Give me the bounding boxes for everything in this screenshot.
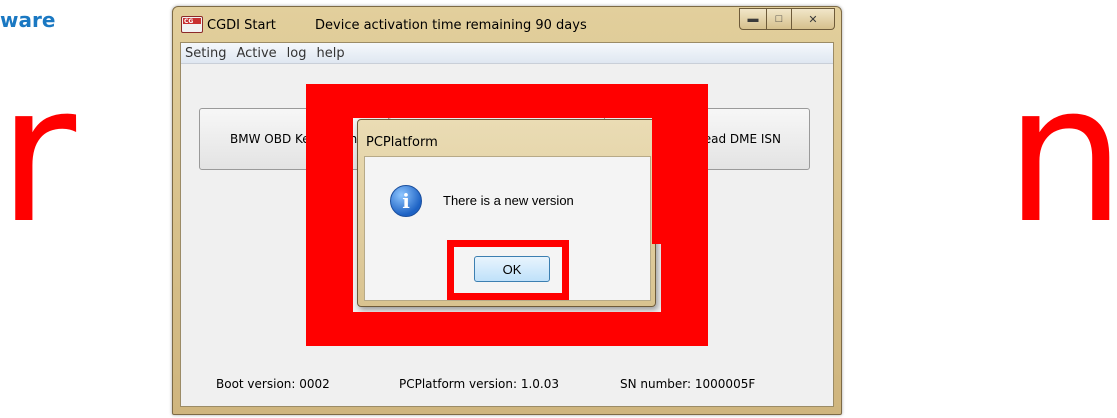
app-icon: CG	[181, 16, 203, 33]
menu-item-log[interactable]: log	[287, 46, 307, 61]
ok-button[interactable]: OK	[474, 256, 550, 282]
activation-status: Device activation time remaining 90 days	[315, 18, 587, 33]
large-letter-left: r	[0, 44, 77, 265]
menu-item-help[interactable]: help	[317, 46, 345, 61]
menu-item-setting[interactable]: Seting	[185, 46, 226, 61]
dialog-body: i There is a new version OK	[364, 156, 651, 301]
title-bar[interactable]: CG CGDI Start Device activation time rem…	[173, 7, 841, 41]
info-icon: i	[390, 185, 422, 217]
maximize-icon: □	[775, 13, 783, 25]
maximize-button[interactable]: □	[767, 8, 792, 30]
large-letter-right: n	[1005, 44, 1117, 265]
dialog-message: There is a new version	[443, 193, 574, 208]
message-dialog: PCPlatform i There is a new version OK	[357, 119, 656, 307]
window-title: CGDI Start	[207, 18, 276, 33]
serial-number: SN number: 1000005F	[620, 377, 756, 391]
dialog-title: PCPlatform	[366, 135, 438, 150]
close-icon: ✕	[808, 13, 818, 26]
annotation-bar	[652, 118, 707, 244]
window-controls: ▬ □ ✕	[739, 8, 835, 30]
app-icon-text: CG	[184, 18, 194, 25]
menu-item-active[interactable]: Active	[236, 46, 276, 61]
minimize-button[interactable]: ▬	[739, 8, 767, 30]
brand-text-fragment: ware	[0, 8, 56, 32]
close-button[interactable]: ✕	[792, 8, 835, 30]
platform-version: PCPlatform version: 1.0.03	[399, 377, 560, 391]
minimize-icon: ▬	[747, 13, 759, 25]
boot-version: Boot version: 0002	[216, 377, 330, 391]
menu-bar: Seting Active log help	[181, 43, 833, 64]
